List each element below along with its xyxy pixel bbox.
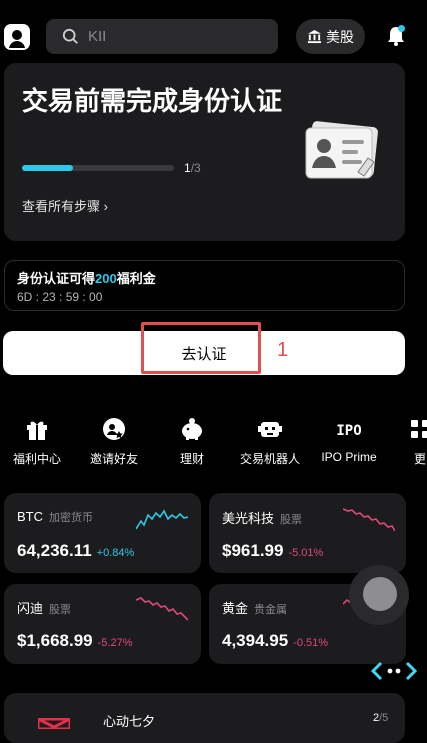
progress-text: 1/3 xyxy=(184,161,201,175)
promo-pager: 2/5 xyxy=(373,712,388,724)
bonus-amount: 200 xyxy=(95,271,117,286)
progress-fill xyxy=(22,165,73,171)
floating-assist-inner xyxy=(363,577,397,611)
ticker-quote: $961.99 -5.01% xyxy=(222,541,323,561)
search-icon xyxy=(62,28,78,44)
bonus-title-text: 身份认证可得 xyxy=(17,271,96,286)
ticker-change: +0.84% xyxy=(96,547,135,559)
ticker-quote: $1,668.99 -5.27% xyxy=(17,631,133,651)
bonus-title: 身份认证可得200福利金 xyxy=(17,268,156,287)
sparkline-up xyxy=(136,509,188,530)
ticker-change: -0.51% xyxy=(293,637,329,649)
notification-dot xyxy=(398,25,405,32)
ticker-header: 美光科技 股票 xyxy=(222,508,302,528)
ticker-change: -5.27% xyxy=(97,637,133,649)
ticker-name: BTC xyxy=(17,509,43,524)
shortcut-label: 邀请好友 xyxy=(89,452,138,466)
view-all-steps-link[interactable]: 查看所有步骤 › xyxy=(22,196,108,215)
id-card-icon xyxy=(305,121,378,179)
annotation-number: 1 xyxy=(277,339,289,361)
ticker-header: 黄金 贵金属 xyxy=(222,598,287,618)
ticker-category: 股票 xyxy=(49,604,72,616)
shortcut-label: 更 xyxy=(413,452,426,466)
progress-total: /3 xyxy=(190,161,201,175)
bonus-countdown: 6D : 23 : 59 : 00 xyxy=(17,290,103,304)
invite-icon xyxy=(103,418,125,440)
ticker-price: 4,394.95 xyxy=(222,631,289,650)
shortcut-label: 理财 xyxy=(179,452,204,466)
search-placeholder: KII xyxy=(88,28,107,45)
ticker-price: $1,668.99 xyxy=(17,631,93,650)
shortcut-more[interactable]: 更 xyxy=(380,416,427,467)
piggy-bank-icon xyxy=(182,418,202,440)
shortcut-label: IPO Prime xyxy=(321,450,377,464)
bonus-title-suffix: 福利金 xyxy=(116,271,156,286)
gift-icon xyxy=(27,421,47,440)
envelope-icon xyxy=(38,718,70,729)
shortcut-trading-bot[interactable]: 交易机器人 xyxy=(230,416,310,467)
svg-text:IPO: IPO xyxy=(336,423,361,439)
ticker-name: 黄金 xyxy=(222,601,249,616)
verification-title: 交易前需完成身份认证 xyxy=(22,86,283,116)
market-label: 美股 xyxy=(326,28,354,45)
shortcut-label: 福利中心 xyxy=(12,452,61,466)
ticker-name: 美光科技 xyxy=(222,511,275,526)
shortcut-ipo[interactable]: IPO IPO Prime xyxy=(309,416,389,464)
promo-title: 心动七夕 xyxy=(103,714,156,729)
ticker-price: $961.99 xyxy=(222,541,284,560)
verification-progress-bar xyxy=(22,165,174,171)
more-icon xyxy=(411,420,427,438)
code-icon[interactable] xyxy=(371,660,417,682)
shortcut-label: 交易机器人 xyxy=(239,452,300,466)
shortcut-invite[interactable]: 邀请好友 xyxy=(74,416,154,467)
sparkline-down xyxy=(136,597,188,621)
ticker-header: BTC 加密货币 xyxy=(17,508,93,526)
avatar-icon[interactable] xyxy=(4,24,30,50)
shortcut-rewards[interactable]: 福利中心 xyxy=(0,416,77,467)
ticker-category: 贵金属 xyxy=(254,604,288,616)
annotation-box xyxy=(141,322,261,374)
bank-icon xyxy=(307,29,322,44)
progress-current: 1 xyxy=(184,161,191,175)
ticker-header: 闪迪 股票 xyxy=(17,598,71,618)
ticker-price: 64,236.11 xyxy=(17,541,92,560)
shortcut-wealth[interactable]: 理财 xyxy=(152,416,232,467)
ticker-category: 股票 xyxy=(280,514,303,526)
ticker-category: 加密货币 xyxy=(49,512,93,524)
ticker-change: -5.01% xyxy=(288,547,324,559)
search-input[interactable]: KII xyxy=(46,19,278,54)
promo-page-total: /5 xyxy=(379,712,389,724)
ticker-quote: 4,394.95 -0.51% xyxy=(222,631,328,651)
shortcut-row: 福利中心 邀请好友 理财 交易机器人 IPO IPO Prime 更 xyxy=(0,416,427,466)
robot-icon xyxy=(258,422,282,437)
ipo-icon: IPO xyxy=(336,423,361,439)
sparkline-down xyxy=(343,508,395,532)
market-selector-button[interactable]: 美股 xyxy=(296,19,365,54)
ticker-quote: 64,236.11 +0.84% xyxy=(17,541,134,561)
ticker-name: 闪迪 xyxy=(17,601,44,616)
